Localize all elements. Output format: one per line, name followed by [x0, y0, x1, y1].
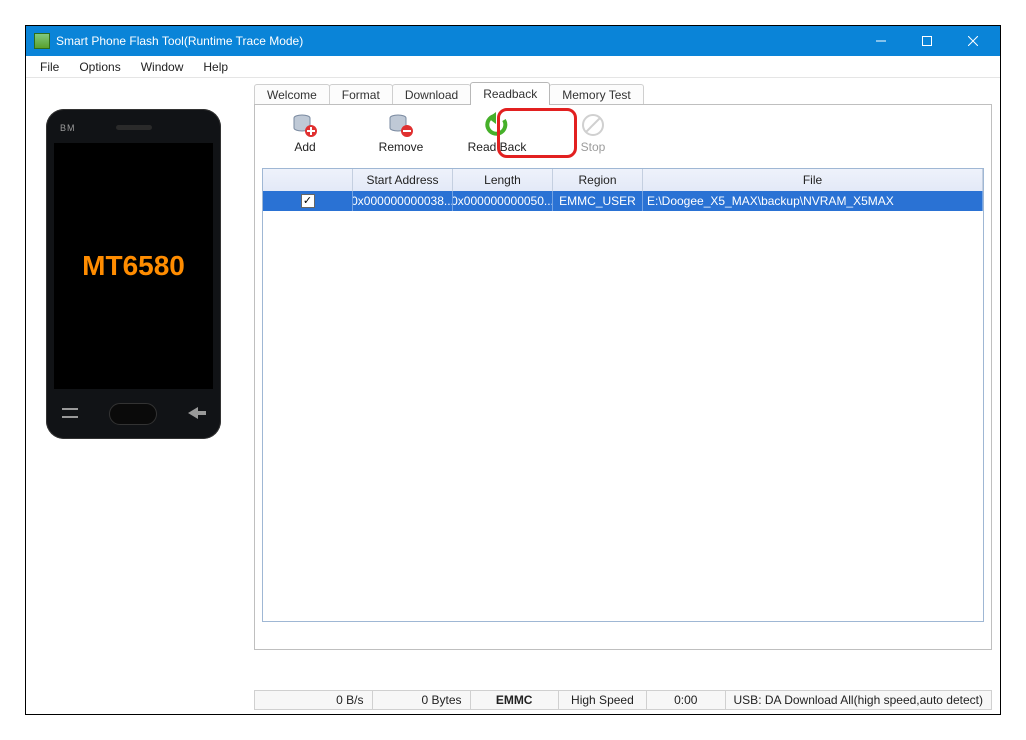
stop-label: Stop [581, 140, 606, 154]
stop-icon [580, 112, 606, 138]
row-checkbox[interactable]: ✓ [301, 194, 315, 208]
database-remove-icon [388, 112, 414, 138]
phone-home-button [109, 403, 157, 425]
toolbar: Add Remove [255, 105, 991, 161]
menu-window[interactable]: Window [131, 58, 194, 76]
phone-earpiece [116, 125, 152, 130]
readback-label: Read Back [468, 140, 527, 154]
tab-readback[interactable]: Readback [470, 82, 550, 105]
col-length[interactable]: Length [453, 169, 553, 191]
tab-memory-test[interactable]: Memory Test [549, 84, 643, 105]
chip-label: MT6580 [82, 250, 185, 282]
menubar: File Options Window Help [26, 56, 1000, 78]
status-usb: USB: DA Download All(high speed,auto det… [726, 691, 991, 709]
status-time: 0:00 [647, 691, 725, 709]
tab-body: Add Remove [254, 104, 992, 650]
table-header: Start Address Length Region File [263, 169, 983, 191]
window-title: Smart Phone Flash Tool(Runtime Trace Mod… [56, 34, 303, 48]
maximize-button[interactable] [904, 26, 950, 56]
minimize-button[interactable] [858, 26, 904, 56]
readback-button[interactable]: Read Back [467, 112, 527, 154]
stop-button[interactable]: Stop [563, 112, 623, 154]
cell-start: 0x000000000038... [353, 191, 453, 211]
remove-button[interactable]: Remove [371, 112, 431, 154]
readback-table: Start Address Length Region File ✓ 0x000… [262, 168, 984, 622]
status-bar: 0 B/s 0 Bytes EMMC High Speed 0:00 USB: … [254, 690, 992, 710]
add-label: Add [294, 140, 315, 154]
status-speed: 0 B/s [255, 691, 373, 709]
col-checkbox[interactable] [263, 169, 353, 191]
cell-file: E:\Doogee_X5_MAX\backup\NVRAM_X5MAX [643, 191, 983, 211]
col-region[interactable]: Region [553, 169, 643, 191]
menu-file[interactable]: File [30, 58, 69, 76]
phone-illustration: BM MT6580 [46, 109, 221, 439]
menu-options[interactable]: Options [69, 58, 130, 76]
tab-header: Welcome Format Download Readback Memory … [254, 83, 992, 105]
table-body: ✓ 0x000000000038... 0x000000000050... EM… [263, 191, 983, 621]
phone-menu-icon [62, 407, 78, 422]
cell-region: EMMC_USER [553, 191, 643, 211]
readback-arrow-icon [484, 112, 510, 138]
titlebar: Smart Phone Flash Tool(Runtime Trace Mod… [26, 26, 1000, 56]
phone-back-icon [188, 407, 206, 422]
app-icon [34, 33, 50, 49]
tab-download[interactable]: Download [392, 84, 471, 105]
table-row[interactable]: ✓ 0x000000000038... 0x000000000050... EM… [263, 191, 983, 211]
status-mode: High Speed [559, 691, 647, 709]
cell-length: 0x000000000050... [453, 191, 553, 211]
col-start-address[interactable]: Start Address [353, 169, 453, 191]
status-storage: EMMC [471, 691, 559, 709]
menu-help[interactable]: Help [193, 58, 238, 76]
status-bytes: 0 Bytes [373, 691, 471, 709]
tab-welcome[interactable]: Welcome [254, 84, 330, 105]
add-button[interactable]: Add [275, 112, 335, 154]
phone-screen: MT6580 [54, 143, 213, 389]
database-add-icon [292, 112, 318, 138]
remove-label: Remove [379, 140, 424, 154]
tab-format[interactable]: Format [329, 84, 393, 105]
col-file[interactable]: File [643, 169, 983, 191]
close-button[interactable] [950, 26, 996, 56]
phone-brand: BM [60, 123, 76, 133]
